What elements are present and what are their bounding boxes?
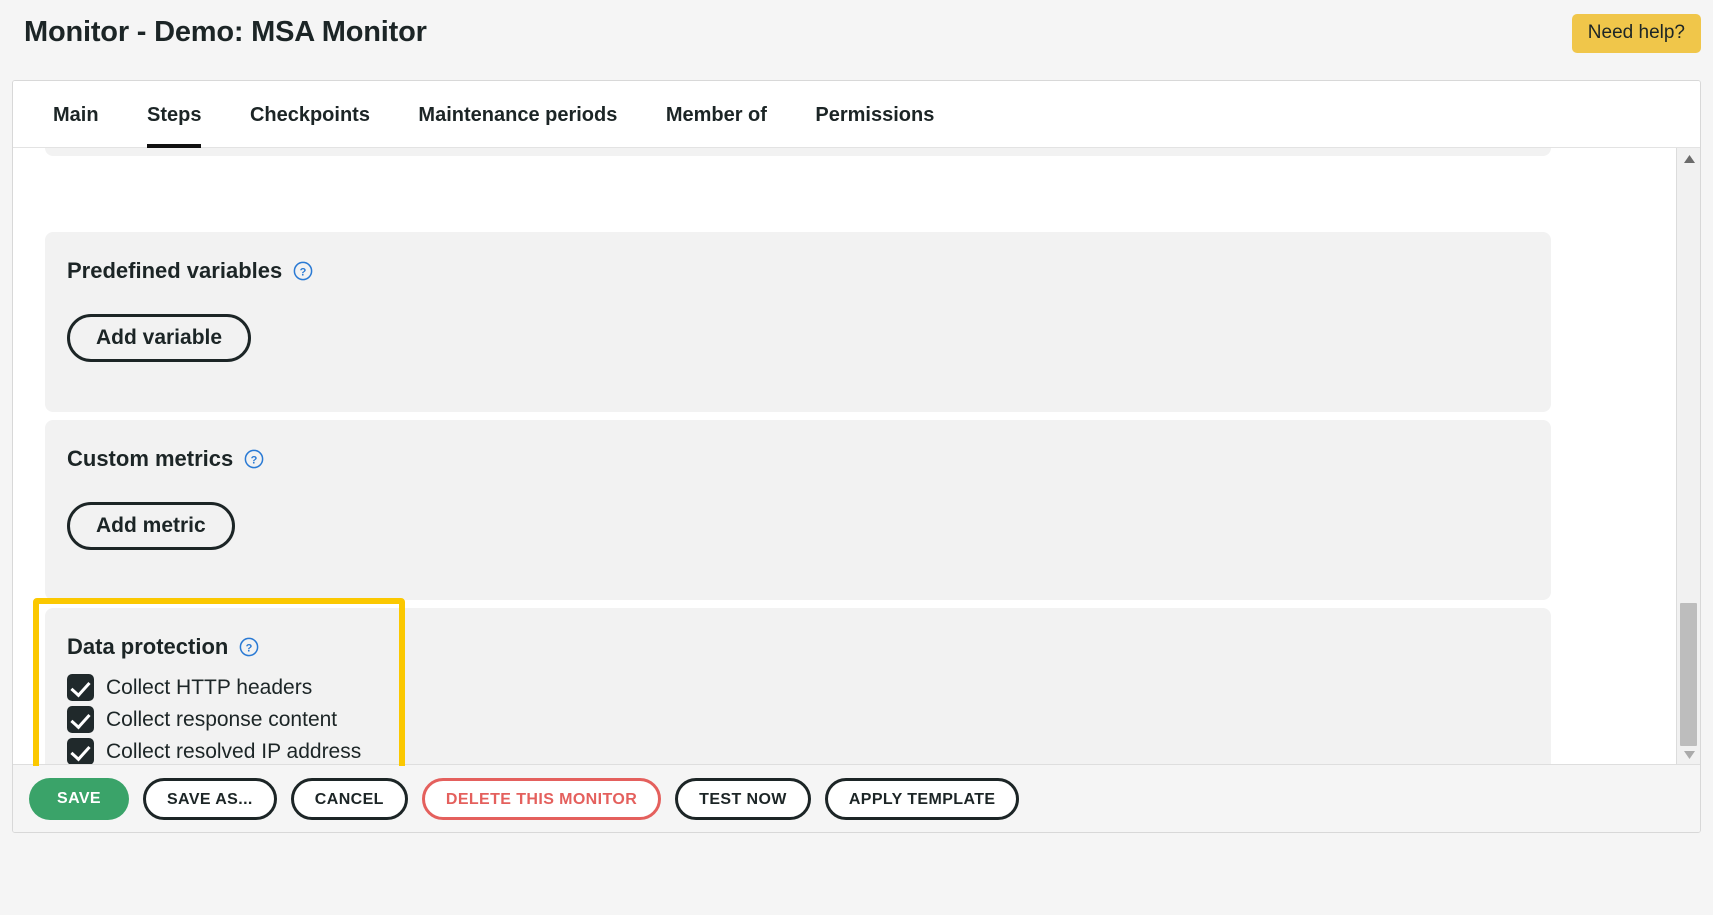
data-protection-header: Data protection ? (67, 636, 259, 658)
collect-resolved-ip-label: Collect resolved IP address (106, 740, 362, 763)
predefined-variables-header: Predefined variables ? (67, 260, 313, 282)
apply-template-button[interactable]: APPLY TEMPLATE (824, 777, 1020, 820)
need-help-button[interactable]: Need help? (1571, 14, 1701, 53)
checkbox-checked-icon[interactable] (67, 674, 94, 701)
tab-maintenance-periods[interactable]: Maintenance periods (418, 81, 617, 147)
question-mark-circle-icon[interactable]: ? (244, 449, 264, 469)
scroll-down-arrow-icon[interactable] (1677, 744, 1700, 766)
checkbox-checked-icon[interactable] (67, 738, 94, 765)
test-now-button[interactable]: TEST NOW (675, 777, 811, 820)
scroll-up-arrow-icon[interactable] (1677, 148, 1700, 170)
data-protection-card: Data protection ? Collect HTTP headers C… (45, 608, 1551, 766)
save-as-button[interactable]: SAVE AS... (142, 777, 277, 820)
add-variable-button[interactable]: Add variable (67, 314, 252, 362)
cancel-button[interactable]: CANCEL (290, 777, 408, 820)
page-header: Monitor - Demo: MSA Monitor Need help? (0, 0, 1713, 76)
page-title: Monitor - Demo: MSA Monitor (24, 16, 427, 48)
custom-metrics-title: Custom metrics (67, 446, 234, 471)
scrollbar-thumb[interactable] (1680, 603, 1697, 746)
action-bar: SAVE SAVE AS... CANCEL DELETE THIS MONIT… (13, 764, 1700, 832)
steps-scroll-area: Predefined variables ? Add variable Cust… (13, 148, 1665, 766)
predefined-variables-title: Predefined variables (67, 258, 283, 283)
svg-text:?: ? (246, 642, 253, 654)
main-panel: Main Steps Checkpoints Maintenance perio… (12, 80, 1701, 833)
custom-metrics-card: Custom metrics ? Add metric (45, 420, 1551, 600)
tab-bar: Main Steps Checkpoints Maintenance perio… (13, 81, 1700, 148)
svg-text:?: ? (251, 454, 258, 466)
collect-http-headers-label: Collect HTTP headers (106, 676, 313, 699)
data-protection-title: Data protection (67, 634, 229, 659)
tab-main[interactable]: Main (53, 81, 99, 147)
collect-resolved-ip-row[interactable]: Collect resolved IP address (67, 738, 361, 765)
predefined-variables-card: Predefined variables ? Add variable (45, 232, 1551, 412)
tab-steps[interactable]: Steps (147, 81, 202, 148)
collect-response-content-label: Collect response content (106, 708, 338, 731)
question-mark-circle-icon[interactable]: ? (293, 261, 313, 281)
tab-checkpoints[interactable]: Checkpoints (250, 81, 370, 147)
tab-permissions[interactable]: Permissions (815, 81, 934, 147)
app-window: Monitor - Demo: MSA Monitor Need help? M… (0, 0, 1713, 915)
delete-this-monitor-button[interactable]: DELETE THIS MONITOR (421, 777, 662, 820)
add-metric-button[interactable]: Add metric (67, 502, 235, 550)
collect-http-headers-row[interactable]: Collect HTTP headers (67, 674, 312, 701)
vertical-scrollbar[interactable] (1676, 148, 1700, 766)
tab-member-of[interactable]: Member of (666, 81, 767, 147)
svg-text:?: ? (300, 266, 307, 278)
question-mark-circle-icon[interactable]: ? (239, 637, 259, 657)
checkbox-checked-icon[interactable] (67, 706, 94, 733)
previous-section-partial (45, 148, 1551, 156)
save-button[interactable]: SAVE (29, 777, 129, 820)
custom-metrics-header: Custom metrics ? (67, 448, 264, 470)
collect-response-content-row[interactable]: Collect response content (67, 706, 337, 733)
